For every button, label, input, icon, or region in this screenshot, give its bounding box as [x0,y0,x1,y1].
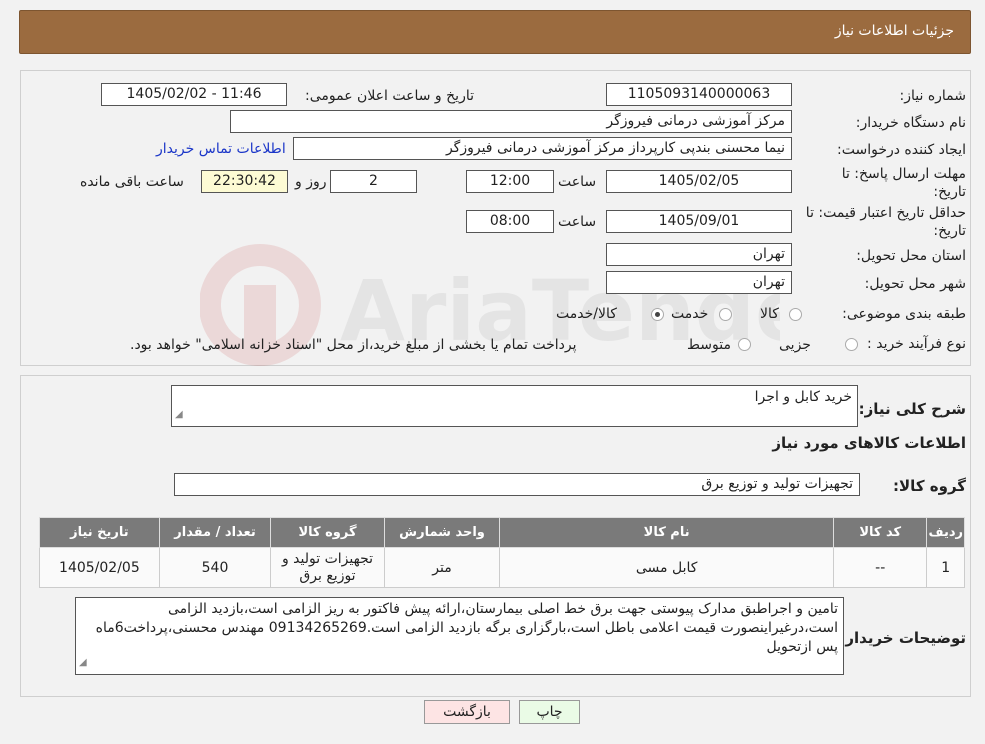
deadline-label-2: تاریخ: [933,184,966,200]
price-valid-time-field: 08:00 [466,210,554,233]
page-title: جزئیات اطلاعات نیاز [834,23,954,39]
cell-row: 1 [926,547,965,588]
summary-label: شرح کلی نیاز: [858,400,966,418]
process-radio-medium[interactable] [738,338,751,351]
cell-code: -- [832,547,928,588]
days-field: 2 [330,170,417,193]
announce-label: تاریخ و ساعت اعلان عمومی: [305,88,474,104]
items-section-title: اطلاعات کالاهای مورد نیاز [772,434,966,452]
remaining-label: ساعت باقی مانده [80,174,184,190]
city-field: تهران [606,271,792,294]
process-option-minor: جزیی [779,337,811,353]
category-option-service: خدمت [671,306,709,322]
goods-group-label: گروه کالا: [893,477,966,495]
buyer-notes-textarea[interactable]: تامین و اجراطبق مدارک پیوستی جهت برق خط … [75,597,844,675]
deadline-time-label: ساعت [558,174,597,190]
category-label: طبقه بندی موضوعی: [842,306,966,322]
col-qty: تعداد / مقدار [158,517,272,548]
col-date: تاریخ نیاز [39,517,160,548]
table-row: 1 -- کابل مسی متر تجهیزات تولید و توزیع … [39,547,965,588]
category-radio-service[interactable] [719,308,732,321]
need-number-field: 1105093140000063 [606,83,792,106]
back-button[interactable]: بازگشت [424,700,510,724]
col-unit: واحد شمارش [383,517,501,548]
days-label: روز و [295,174,327,190]
table-header-row: ردیف کد کالا نام کالا واحد شمارش گروه کا… [39,517,965,548]
need-number-label: شماره نیاز: [899,88,967,104]
announce-field: 1405/02/02 - 11:46 [101,83,287,106]
province-label: استان محل تحویل: [856,248,966,264]
deadline-date-field: 1405/02/05 [606,170,792,193]
buyer-notes-text: تامین و اجراطبق مدارک پیوستی جهت برق خط … [95,601,838,655]
summary-text: خرید کابل و اجرا [754,389,852,405]
deadline-time-field: 12:00 [466,170,554,193]
items-table: ردیف کد کالا نام کالا واحد شمارش گروه کا… [39,517,965,588]
cell-unit: متر [383,547,501,588]
creator-field: نیما محسنی بندپی کارپرداز مرکز آموزشی در… [293,137,792,160]
page-header: جزئیات اطلاعات نیاز [19,10,971,54]
goods-group-field: تجهیزات تولید و توزیع برق [174,473,860,496]
price-valid-time-label: ساعت [558,214,597,230]
category-radio-goods[interactable] [789,308,802,321]
resize-handle-icon[interactable]: ◢ [79,653,87,672]
process-note: پرداخت تمام یا بخشی از مبلغ خرید،از محل … [130,337,577,353]
col-code: کد کالا [832,517,928,548]
summary-textarea[interactable]: خرید کابل و اجرا ◢ [171,385,858,427]
print-button[interactable]: چاپ [519,700,580,724]
price-valid-label-2: تاریخ: [933,223,966,239]
category-option-goods-service: کالا/خدمت [556,306,617,322]
resize-handle-icon[interactable]: ◢ [175,405,183,424]
deadline-label: مهلت ارسال پاسخ: تا [841,166,966,182]
buyer-notes-label: توضیحات خریدار: [839,629,966,647]
process-label: نوع فرآیند خرید : [867,336,966,352]
price-valid-date-field: 1405/09/01 [606,210,792,233]
creator-label: ایجاد کننده درخواست: [837,142,966,158]
cell-group: تجهیزات تولید و توزیع برق [270,547,385,588]
col-name: نام کالا [499,517,834,548]
city-label: شهر محل تحویل: [864,276,966,292]
process-option-medium: متوسط [687,337,731,353]
price-valid-label: حداقل تاریخ اعتبار قیمت: تا [805,205,966,221]
province-field: تهران [606,243,792,266]
buyer-contact-link[interactable]: اطلاعات تماس خریدار [156,141,286,157]
category-radio-goods-service[interactable] [651,308,664,321]
col-row: ردیف [926,517,965,548]
cell-name: کابل مسی [499,547,834,588]
cell-qty: 540 [158,547,272,588]
cell-date: 1405/02/05 [39,547,160,588]
buyer-org-label: نام دستگاه خریدار: [855,115,966,131]
category-option-goods: کالا [760,306,779,322]
process-radio-minor[interactable] [845,338,858,351]
col-group: گروه کالا [270,517,385,548]
remaining-time-field: 22:30:42 [201,170,288,193]
buyer-org-field: مرکز آموزشی درمانی فیروزگر [230,110,792,133]
